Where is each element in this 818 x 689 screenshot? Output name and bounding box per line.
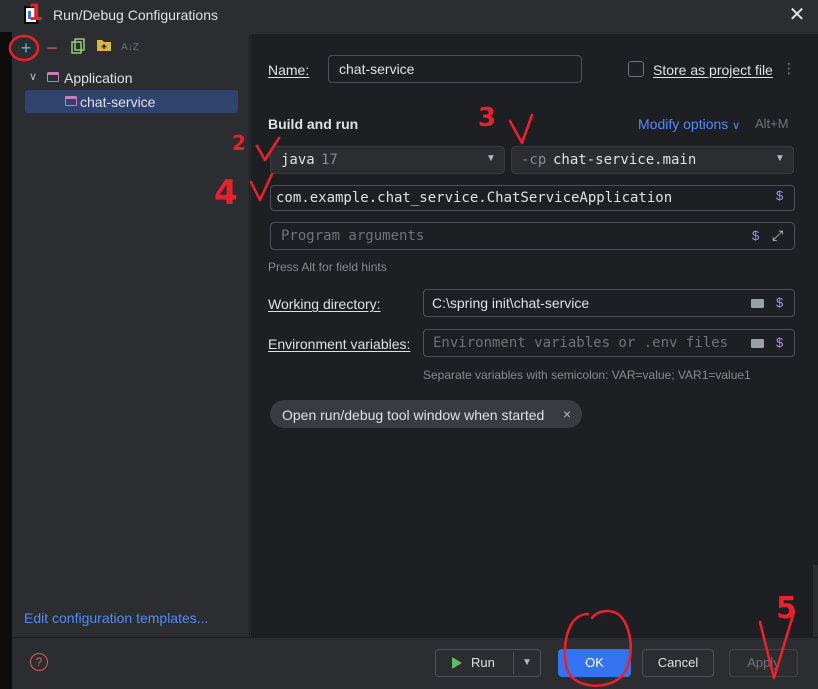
close-icon[interactable]: ✕ (786, 4, 808, 26)
cancel-button[interactable]: Cancel (642, 649, 714, 677)
chip-close-icon[interactable]: × (563, 406, 571, 422)
window-title: Run/Debug Configurations (53, 7, 218, 23)
run-button-label: Run (471, 655, 495, 670)
working-directory-value: C:\spring init\chat-service (432, 295, 590, 311)
chevron-down-icon: ▼ (775, 153, 785, 164)
alt-hint: Press Alt for field hints (268, 260, 387, 274)
macro-dollar-icon[interactable]: $ (752, 228, 759, 243)
tree-item-label: chat-service (80, 94, 156, 110)
application-config-icon (47, 72, 59, 82)
edit-templates-link[interactable]: Edit configuration templates... (24, 610, 208, 626)
working-directory-label: Working directory: (268, 296, 381, 312)
chip-label: Open run/debug tool window when started (282, 407, 545, 423)
main-class-value: com.example.chat_service.ChatServiceAppl… (276, 190, 673, 206)
ok-button[interactable]: OK (558, 649, 631, 677)
folder-browse-icon[interactable] (751, 339, 764, 348)
copy-icon[interactable] (68, 38, 88, 58)
cp-module-value: chat-service.main (553, 152, 697, 168)
chevron-down-icon: ∨ (732, 120, 741, 132)
build-run-section-title: Build and run (268, 116, 359, 132)
intellij-logo-icon (24, 6, 38, 24)
expand-icon[interactable]: ⤢ (772, 227, 783, 244)
run-button[interactable]: Run (436, 650, 512, 676)
chevron-down-icon[interactable]: ∨ (29, 70, 37, 83)
jdk-version: 17 (321, 152, 338, 168)
modify-options-shortcut: Alt+M (755, 116, 789, 131)
store-as-file-label[interactable]: Store as project file (653, 62, 773, 78)
play-icon (452, 657, 462, 669)
environment-variables-placeholder: Environment variables or .env files (433, 335, 729, 351)
run-config-icon (65, 96, 77, 106)
folder-browse-icon[interactable] (751, 299, 764, 308)
sort-alpha-icon: A↓Z (121, 42, 139, 53)
store-as-file-checkbox[interactable] (628, 61, 644, 77)
config-tree-panel (12, 34, 250, 637)
chevron-down-icon[interactable]: ▼ (514, 650, 540, 676)
name-label: Name: (268, 62, 310, 78)
environment-variables-hint: Separate variables with semicolon: VAR=v… (423, 368, 751, 382)
add-icon[interactable]: + (16, 38, 36, 58)
modify-options-link[interactable]: Modify options ∨ (638, 116, 740, 132)
macro-dollar-icon[interactable]: $ (776, 295, 783, 310)
jdk-name: java (281, 152, 315, 168)
program-arguments-placeholder: Program arguments (281, 228, 425, 244)
remove-icon[interactable]: − (42, 38, 62, 58)
left-edge-strip (0, 0, 12, 689)
more-vertical-icon[interactable]: ⋮ (782, 60, 796, 77)
macro-dollar-icon[interactable]: $ (776, 188, 783, 203)
modify-options-label: Modify options (638, 116, 729, 132)
environment-variables-label: Environment variables: (268, 336, 411, 352)
name-input[interactable]: chat-service (328, 55, 582, 83)
cp-prefix: -cp (521, 152, 547, 168)
apply-button[interactable]: Apply (729, 649, 798, 677)
help-icon[interactable]: ? (30, 653, 48, 671)
tree-group-application[interactable]: Application (64, 70, 133, 86)
macro-dollar-icon[interactable]: $ (776, 335, 783, 350)
folder-add-icon[interactable] (94, 38, 114, 58)
chevron-down-icon: ▼ (486, 153, 496, 164)
